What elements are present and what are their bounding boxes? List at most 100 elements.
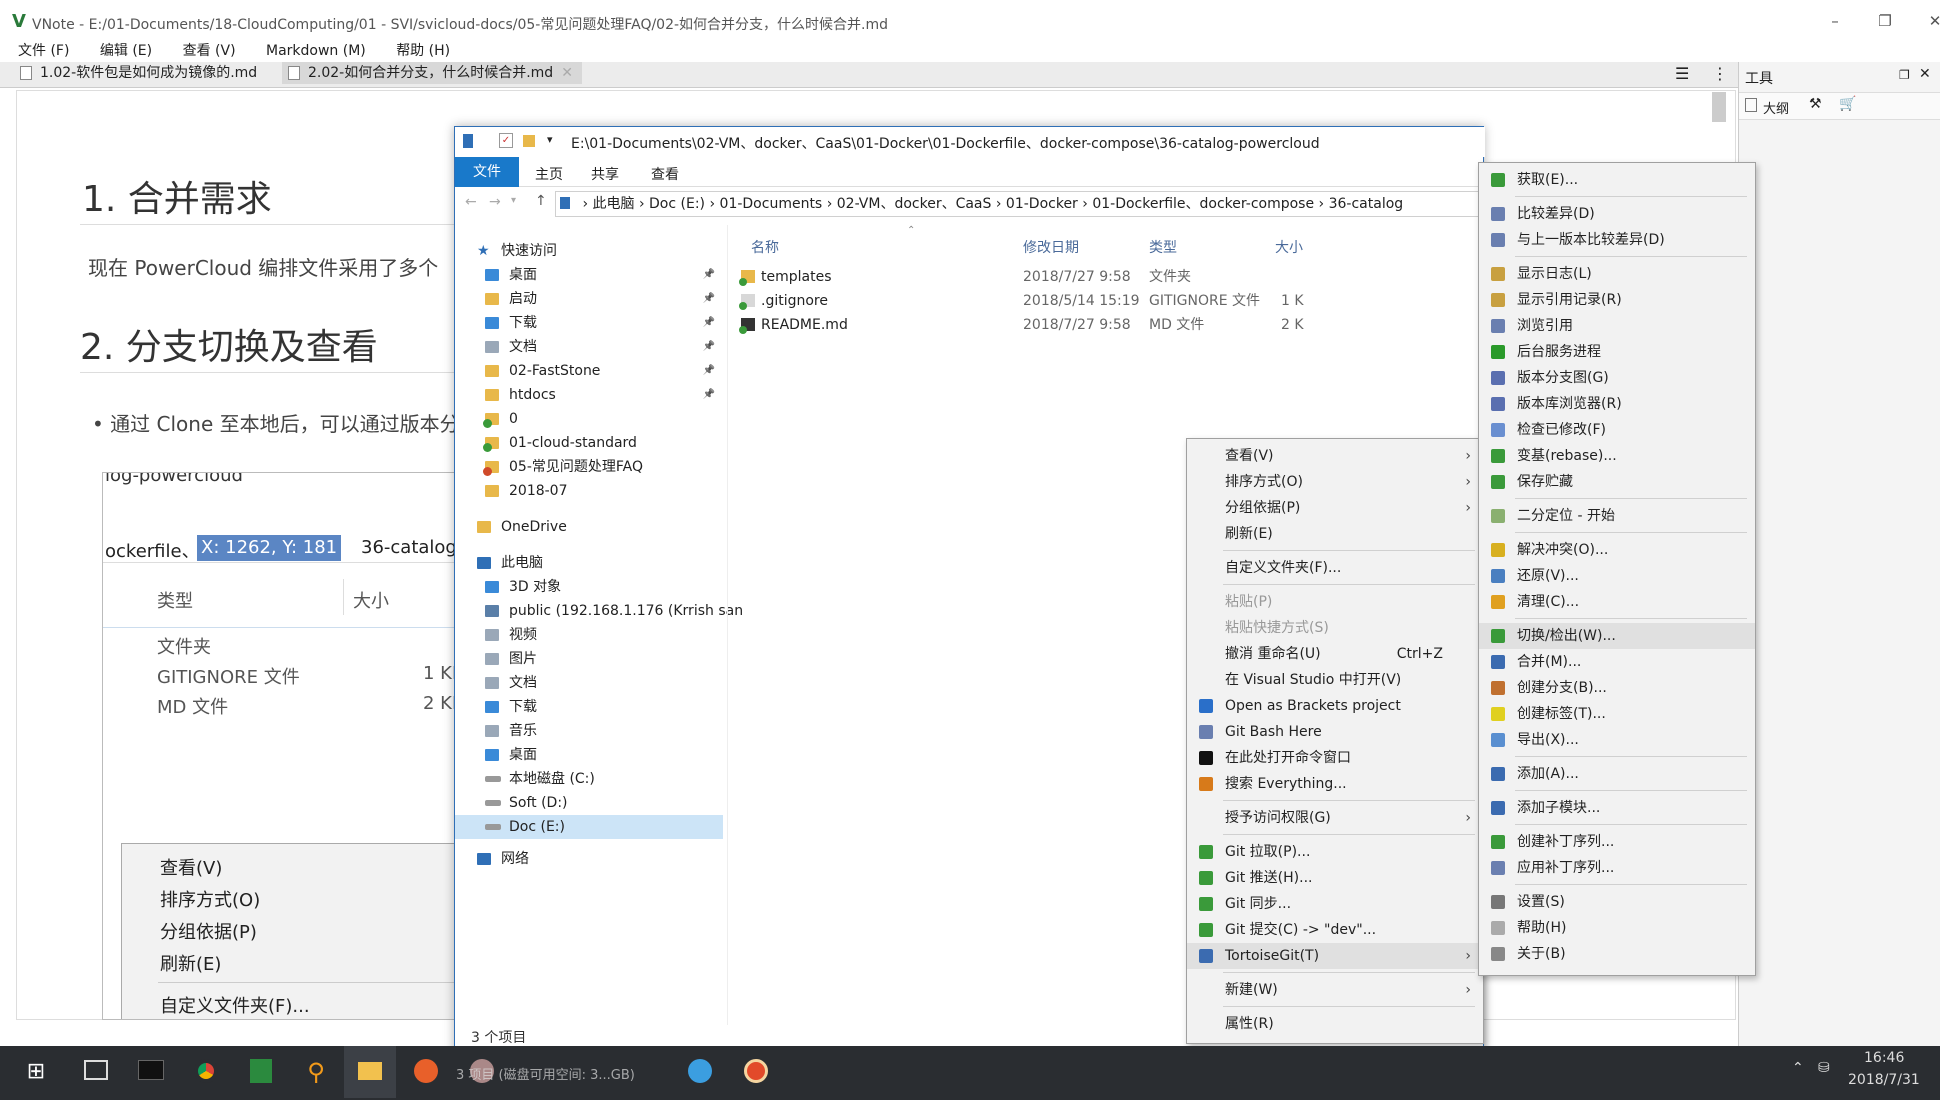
menu-item[interactable]: 显示引用记录(R) (1479, 287, 1755, 313)
crumb[interactable]: 01-Docker (1006, 196, 1078, 212)
menu-item[interactable]: 保存贮藏 (1479, 469, 1755, 495)
crumb[interactable]: 01-Dockerfile、docker-compose (1092, 196, 1314, 212)
nav-item[interactable]: 文档 📌 (455, 335, 723, 359)
menu-item[interactable]: 自定义文件夹(F)... (1187, 555, 1483, 581)
menu-item[interactable]: 检查已修改(F) (1479, 417, 1755, 443)
close-panel-icon[interactable]: ✕ (1919, 66, 1931, 82)
magic-wand-icon[interactable]: ⚒ (1809, 96, 1822, 112)
nav-item[interactable]: 文档 (455, 671, 723, 695)
pin-icon[interactable]: 📌 (703, 311, 715, 335)
menu-item[interactable]: 后台服务进程 (1479, 339, 1755, 365)
menu-item[interactable]: 添加子模块... (1479, 795, 1755, 821)
crumb[interactable]: 02-VM、docker、CaaS (837, 196, 992, 212)
start-icon[interactable]: ⊞ (10, 1046, 62, 1098)
menu-item[interactable]: Git 推送(H)... (1187, 865, 1483, 891)
pin-icon[interactable]: 📌 (703, 359, 715, 383)
menu-item[interactable]: 关于(B) (1479, 941, 1755, 967)
menu-item[interactable]: 在 Visual Studio 中打开(V) (1187, 667, 1483, 693)
menu-item[interactable]: 版本库浏览器(R) (1479, 391, 1755, 417)
more-icon[interactable]: ⋮ (1712, 64, 1728, 83)
menu-item[interactable]: 获取(E)... (1479, 167, 1755, 193)
menu-item[interactable]: 导出(X)... (1479, 727, 1755, 753)
col-size[interactable]: 大小 (1275, 237, 1303, 257)
nav-item[interactable]: 启动 📌 (455, 287, 723, 311)
crumb[interactable]: Doc (E:) (649, 196, 705, 212)
menu-item[interactable]: Git Bash Here (1187, 719, 1483, 745)
menu-item[interactable]: 查看(V) › (1187, 443, 1483, 469)
menu-item[interactable]: 创建标签(T)... (1479, 701, 1755, 727)
tray-app-icon[interactable]: ⛁ (1818, 1060, 1830, 1076)
file-explorer-icon[interactable] (344, 1046, 396, 1098)
tab-doc-1[interactable]: 1.02-软件包是如何成为镜像的.md (14, 62, 286, 84)
nav-item[interactable]: Doc (E:) (455, 815, 723, 839)
menu-item[interactable]: 设置(S) (1479, 889, 1755, 915)
nav-item[interactable]: 3D 对象 (455, 575, 723, 599)
menu-item[interactable]: 切换/检出(W)... (1479, 623, 1755, 649)
menu-view[interactable]: 查看 (V) (183, 43, 236, 59)
close-tab-icon[interactable]: ✕ (561, 65, 573, 81)
col-name[interactable]: 名称 (751, 237, 779, 257)
clock-time[interactable]: 16:46 (1864, 1050, 1904, 1066)
menu-item[interactable]: 创建分支(B)... (1479, 675, 1755, 701)
forward-icon[interactable]: → (489, 194, 501, 210)
terminal-icon[interactable] (126, 1046, 178, 1098)
nav-item[interactable]: 0 (455, 407, 723, 431)
nav-item[interactable]: OneDrive (455, 515, 723, 539)
new-folder-icon[interactable] (523, 135, 535, 147)
close-icon[interactable]: ✕ (1915, 0, 1940, 42)
cart-icon[interactable]: 🛒 (1839, 96, 1856, 112)
menu-item[interactable]: TortoiseGit(T) › (1187, 943, 1483, 969)
pin-icon[interactable]: 📌 (703, 335, 715, 359)
ribbon-tab-share[interactable]: 共享 (591, 164, 619, 184)
menu-item[interactable]: 刷新(E) (1187, 521, 1483, 547)
menu-item[interactable]: 在此处打开命令窗口 (1187, 745, 1483, 771)
menu-item[interactable]: 授予访问权限(G) › (1187, 805, 1483, 831)
file-row[interactable]: templates 2018/7/27 9:58 文件夹 (735, 265, 1475, 289)
nav-item[interactable]: 下载 📌 (455, 311, 723, 335)
menu-file[interactable]: 文件 (F) (18, 43, 69, 59)
menu-item[interactable]: 浏览引用 (1479, 313, 1755, 339)
nav-item[interactable]: 01-cloud-standard (455, 431, 723, 455)
nav-item[interactable]: 2018-07 (455, 479, 723, 503)
nav-item[interactable]: 视频 (455, 623, 723, 647)
menu-item[interactable]: 应用补丁序列... (1479, 855, 1755, 881)
ribbon-tab-home[interactable]: 主页 (535, 164, 563, 184)
col-type[interactable]: 类型 (1149, 237, 1177, 257)
back-icon[interactable]: ← (465, 194, 477, 210)
clock-date[interactable]: 2018/7/31 (1848, 1072, 1920, 1088)
qat-dropdown-icon[interactable]: ▾ (547, 133, 553, 146)
menu-item[interactable]: 还原(V)... (1479, 563, 1755, 589)
ribbon-tab-file[interactable]: 文件 (455, 157, 519, 187)
menu-item[interactable]: 解决冲突(O)... (1479, 537, 1755, 563)
properties-icon[interactable]: ✓ (499, 133, 513, 148)
menu-item[interactable]: 变基(rebase)... (1479, 443, 1755, 469)
tab-doc-2[interactable]: 2.02-如何合并分支，什么时候合并.md ✕ (282, 62, 582, 84)
minimize-icon[interactable]: – (1815, 0, 1855, 42)
tab-list-icon[interactable]: ☰ (1675, 64, 1689, 83)
nav-item[interactable]: 05-常见问题处理FAQ (455, 455, 723, 479)
file-row[interactable]: README.md 2018/7/27 9:58 MD 文件 2 K (735, 313, 1475, 337)
nav-item[interactable]: public (192.168.1.176 (Krrish san (455, 599, 743, 623)
menu-item[interactable]: 版本分支图(G) (1479, 365, 1755, 391)
menu-item[interactable]: 二分定位 - 开始 (1479, 503, 1755, 529)
menu-markdown[interactable]: Markdown (M) (266, 43, 366, 59)
nav-item[interactable]: htdocs 📌 (455, 383, 723, 407)
menu-item[interactable]: 合并(M)... (1479, 649, 1755, 675)
taskview-icon[interactable] (70, 1046, 122, 1098)
menu-item[interactable]: 属性(R) (1187, 1011, 1483, 1037)
file-row[interactable]: .gitignore 2018/5/14 15:19 GITIGNORE 文件 1 K (735, 289, 1475, 313)
crumb[interactable]: 36-catalog (1329, 196, 1404, 212)
menu-item[interactable]: 排序方式(O) › (1187, 469, 1483, 495)
col-date[interactable]: 修改日期 (1023, 237, 1079, 257)
nav-item[interactable]: 网络 (455, 847, 723, 871)
menu-item[interactable]: Open as Brackets project (1187, 693, 1483, 719)
menu-item[interactable]: 与上一版本比较差异(D) (1479, 227, 1755, 253)
crumb[interactable]: 01-Documents (720, 196, 823, 212)
menu-help[interactable]: 帮助 (H) (396, 43, 450, 59)
nav-item[interactable]: 桌面 (455, 743, 723, 767)
menu-item[interactable]: Git 提交(C) -> "dev"... (1187, 917, 1483, 943)
recent-dropdown-icon[interactable]: ▾ (511, 195, 516, 206)
excel-icon[interactable] (236, 1046, 288, 1098)
menu-item[interactable]: 添加(A)... (1479, 761, 1755, 787)
menu-item[interactable]: Git 拉取(P)... (1187, 839, 1483, 865)
